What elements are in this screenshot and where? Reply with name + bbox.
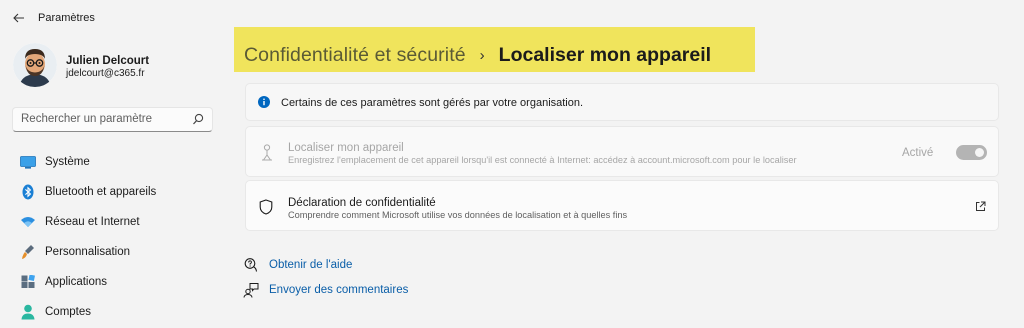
breadcrumb-parent-link[interactable]: Confidentialité et sécurité [244,44,466,67]
sidebar-item-apps[interactable]: Applications [12,269,213,295]
sidebar-item-label: Réseau et Internet [45,216,140,228]
avatar-image [13,43,57,87]
sidebar-item-system[interactable]: Système [12,149,213,175]
breadcrumb: Confidentialité et sécurité › Localiser … [244,44,711,67]
wifi-icon [20,214,36,230]
sidebar-item-bluetooth[interactable]: Bluetooth et appareils [12,179,213,205]
sidebar-item-personalization[interactable]: Personnalisation [12,239,213,265]
bluetooth-icon [20,184,36,200]
system-icon [20,154,36,170]
shield-icon [259,199,273,215]
get-help-label: Obtenir de l'aide [269,259,353,271]
toggle-knob [975,148,984,157]
sidebar-item-label: Comptes [45,306,92,318]
locate-device-description: Enregistrez l'emplacement de cet apparei… [288,155,797,165]
info-banner-text: Certains de ces paramètres sont gérés pa… [281,97,584,109]
send-feedback-label: Envoyer des commentaires [269,284,409,296]
sidebar-item-label: Personnalisation [45,246,131,258]
external-link-icon [976,201,986,211]
privacy-statement-card[interactable]: Déclaration de confidentialité Comprendr… [245,180,999,231]
locate-device-title: Localiser mon appareil [288,142,404,154]
sidebar-item-network[interactable]: Réseau et Internet [12,209,213,235]
avatar[interactable] [13,43,57,87]
toggle-state-label: Activé [902,147,934,159]
locate-device-card: Localiser mon appareil Enregistrez l'emp… [245,126,999,177]
sidebar-item-label: Bluetooth et appareils [45,186,157,198]
send-feedback-link[interactable]: Envoyer des commentaires [243,282,408,298]
page-title: Localiser mon appareil [498,44,712,66]
feedback-icon [243,282,259,298]
search-box[interactable] [12,107,213,132]
sidebar-item-accounts[interactable]: Comptes [12,299,213,325]
privacy-statement-title: Déclaration de confidentialité [288,197,436,209]
locate-person-icon [262,144,272,161]
breadcrumb-separator-icon: › [479,47,485,64]
app-title: Paramètres [38,12,95,24]
locate-device-toggle[interactable] [956,145,987,160]
search-input[interactable] [13,108,183,130]
user-name: Julien Delcourt [66,55,150,67]
search-icon[interactable] [192,113,204,126]
info-icon [258,96,270,108]
user-email: jdelcourt@c365.fr [66,68,145,79]
back-button[interactable] [8,8,30,28]
help-icon [243,257,259,273]
get-help-link[interactable]: Obtenir de l'aide [243,257,352,273]
info-banner: Certains de ces paramètres sont gérés pa… [245,83,999,121]
sidebar-item-label: Système [45,156,90,168]
privacy-statement-description: Comprendre comment Microsoft utilise vos… [288,210,628,220]
brush-icon [20,244,36,260]
apps-icon [20,274,36,290]
person-icon [20,304,36,320]
back-arrow-icon [13,13,24,23]
sidebar-item-label: Applications [45,276,108,288]
